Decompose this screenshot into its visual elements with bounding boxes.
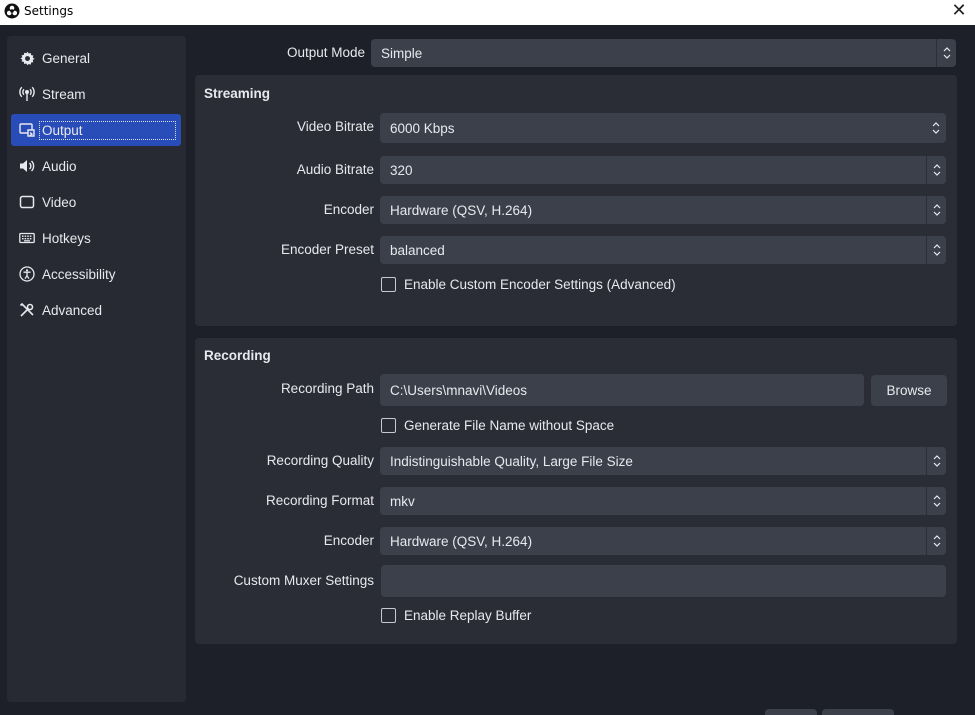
chevron-updown-icon bbox=[926, 236, 946, 264]
audio-bitrate-select[interactable]: 320 bbox=[380, 156, 946, 184]
recording-encoder-label: Encoder bbox=[323, 533, 374, 548]
speaker-icon bbox=[19, 158, 35, 174]
sidebar-item-accessibility[interactable]: Accessibility bbox=[11, 258, 181, 290]
audio-bitrate-label: Audio Bitrate bbox=[296, 162, 374, 177]
recording-path-input[interactable]: C:\Users\mnavi\Videos bbox=[380, 374, 864, 406]
settings-sidebar: General Stream Output Audio Video Hotkey… bbox=[7, 36, 186, 702]
spin-arrows-icon bbox=[926, 113, 946, 143]
sidebar-item-hotkeys[interactable]: Hotkeys bbox=[11, 222, 181, 254]
chevron-updown-icon bbox=[926, 447, 946, 475]
gear-icon bbox=[19, 50, 35, 66]
video-bitrate-label: Video Bitrate bbox=[296, 119, 374, 134]
sidebar-item-output[interactable]: Output bbox=[11, 114, 181, 146]
custom-encoder-label: Enable Custom Encoder Settings (Advanced… bbox=[404, 277, 676, 292]
antenna-icon bbox=[19, 86, 35, 102]
sidebar-item-label: General bbox=[42, 50, 91, 66]
output-mode-value: Simple bbox=[381, 45, 423, 61]
checkbox-box[interactable] bbox=[381, 418, 396, 433]
sidebar-item-label: Stream bbox=[42, 86, 86, 102]
recording-format-value: mkv bbox=[390, 493, 415, 509]
video-bitrate-value: 6000 Kbps bbox=[390, 120, 455, 136]
custom-encoder-checkbox[interactable]: Enable Custom Encoder Settings (Advanced… bbox=[381, 277, 676, 292]
checkbox-box[interactable] bbox=[381, 277, 396, 292]
close-button[interactable]: ✕ bbox=[949, 1, 969, 21]
encoder-preset-value: balanced bbox=[390, 242, 445, 258]
encoder-preset-label: Encoder Preset bbox=[280, 242, 374, 257]
sidebar-item-general[interactable]: General bbox=[11, 42, 181, 74]
video-bitrate-spinbox[interactable]: 6000 Kbps bbox=[380, 113, 946, 143]
chevron-updown-icon bbox=[926, 487, 946, 515]
recording-quality-label: Recording Quality bbox=[266, 453, 374, 468]
accessibility-icon bbox=[19, 266, 35, 282]
muxer-settings-input[interactable] bbox=[381, 565, 946, 597]
streaming-encoder-value: Hardware (QSV, H.264) bbox=[390, 202, 533, 218]
window-title: Settings bbox=[24, 4, 74, 18]
chevron-updown-icon bbox=[926, 196, 946, 224]
dialog-button[interactable] bbox=[822, 709, 894, 715]
no-space-checkbox[interactable]: Generate File Name without Space bbox=[381, 418, 614, 433]
sidebar-item-label: Audio bbox=[42, 158, 77, 174]
recording-quality-value: Indistinguishable Quality, Large File Si… bbox=[390, 453, 633, 469]
sidebar-item-stream[interactable]: Stream bbox=[11, 78, 181, 110]
recording-path-label: Recording Path bbox=[280, 381, 374, 396]
output-icon bbox=[19, 122, 35, 138]
chevron-updown-icon bbox=[936, 39, 956, 67]
sidebar-item-label: Output bbox=[39, 120, 176, 140]
recording-title: Recording bbox=[204, 348, 271, 363]
recording-format-label: Recording Format bbox=[265, 493, 374, 508]
checkbox-box[interactable] bbox=[381, 608, 396, 623]
obs-logo-icon bbox=[4, 3, 20, 19]
muxer-settings-label: Custom Muxer Settings bbox=[233, 573, 374, 588]
output-mode-label: Output Mode bbox=[286, 45, 365, 60]
recording-path-value: C:\Users\mnavi\Videos bbox=[390, 382, 528, 398]
recording-quality-select[interactable]: Indistinguishable Quality, Large File Si… bbox=[380, 447, 946, 475]
title-bar: Settings ✕ bbox=[0, 0, 975, 25]
no-space-label: Generate File Name without Space bbox=[404, 418, 615, 433]
encoder-preset-select[interactable]: balanced bbox=[380, 236, 946, 264]
tools-icon bbox=[19, 302, 35, 318]
sidebar-item-label: Hotkeys bbox=[42, 230, 91, 246]
streaming-encoder-label: Encoder bbox=[323, 202, 374, 217]
browse-button[interactable]: Browse bbox=[871, 375, 947, 406]
dialog-button[interactable] bbox=[765, 709, 817, 715]
output-mode-select[interactable]: Simple bbox=[371, 39, 956, 67]
recording-format-select[interactable]: mkv bbox=[380, 487, 946, 515]
sidebar-item-video[interactable]: Video bbox=[11, 186, 181, 218]
sidebar-item-label: Advanced bbox=[42, 302, 103, 318]
recording-encoder-value: Hardware (QSV, H.264) bbox=[390, 533, 533, 549]
chevron-updown-icon bbox=[926, 156, 946, 184]
monitor-icon bbox=[19, 194, 35, 210]
sidebar-item-label: Video bbox=[42, 194, 77, 210]
keyboard-icon bbox=[19, 230, 35, 246]
close-icon: ✕ bbox=[951, 0, 967, 21]
audio-bitrate-value: 320 bbox=[390, 162, 413, 178]
replay-buffer-label: Enable Replay Buffer bbox=[404, 608, 532, 623]
sidebar-item-advanced[interactable]: Advanced bbox=[11, 294, 181, 326]
browse-label: Browse bbox=[886, 383, 932, 398]
chevron-updown-icon bbox=[926, 527, 946, 555]
streaming-title: Streaming bbox=[204, 86, 271, 101]
recording-encoder-select[interactable]: Hardware (QSV, H.264) bbox=[380, 527, 946, 555]
replay-buffer-checkbox[interactable]: Enable Replay Buffer bbox=[381, 608, 531, 623]
sidebar-item-audio[interactable]: Audio bbox=[11, 150, 181, 182]
streaming-encoder-select[interactable]: Hardware (QSV, H.264) bbox=[380, 196, 946, 224]
sidebar-item-label: Accessibility bbox=[42, 266, 116, 282]
